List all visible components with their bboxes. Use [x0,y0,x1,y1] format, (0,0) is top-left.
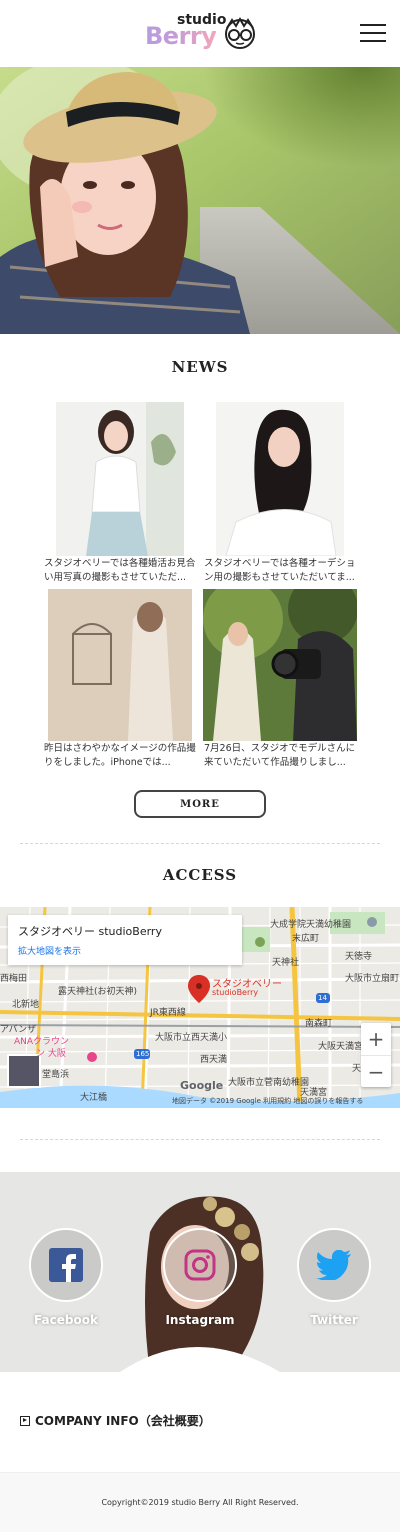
facebook-icon [49,1248,83,1282]
divider [20,843,380,844]
map-label-tentokuji: 天徳寺 [345,952,373,962]
zoom-out-button[interactable]: − [361,1055,391,1087]
instagram-icon [184,1249,216,1281]
map-label-osaka: ン 大阪 [36,1049,66,1059]
news-item-text-4[interactable]: 7月26日、スタジオでモデルさんに来ていただいて作品撮りしまし... [204,742,364,770]
google-map[interactable]: スタジオベリー studioBerry 拡大地図を表示 スタジオベリー stud… [0,907,400,1108]
hero-image [0,67,400,334]
social-section: Facebook Instagram Twitter [0,1172,400,1372]
map-attribution[interactable]: 地図データ ©2019 Google 利用規約 地図の誤りを報告する [172,1096,363,1106]
facebook-label[interactable]: Facebook [16,1313,116,1327]
access-title: ACCESS [162,866,238,884]
news-thumb-3[interactable] [48,589,192,741]
map-pin-sublabel: studioBerry [212,988,259,997]
map-route-14: 14 [318,994,327,1002]
copyright-text: Copyright©2019 studio Berry All Right Re… [101,1498,299,1507]
instagram-label[interactable]: Instagram [150,1313,250,1327]
map-label-apaza: アバンザ [0,1025,37,1035]
map-label-tenma-jinja: 大阪天満宮 [318,1042,364,1052]
company-info-link[interactable]: COMPANY INFO（会社概要） [20,1412,211,1429]
hamburger-menu-icon[interactable] [360,22,386,44]
map-label-nishitenma: 西天満 [200,1055,228,1065]
enlarge-map-link[interactable]: 拡大地図を表示 [18,944,81,957]
site-logo[interactable]: studio Berry [145,10,260,56]
map-place-title: スタジオベリー studioBerry [18,925,162,938]
news-thumb-1[interactable] [56,402,184,556]
map-label-tenjin-school: 大成学院天満幼稚園 [270,920,352,930]
facebook-button[interactable] [29,1228,103,1302]
zoom-in-button[interactable]: + [361,1023,391,1055]
play-square-icon [20,1415,30,1426]
glasses-face-icon [225,16,255,49]
map-label-dojima: 堂島浜 [42,1070,70,1080]
map-label-nishiumeda: 西梅田 [0,974,28,984]
map-label-kitashinchi: 北新地 [12,1000,40,1010]
twitter-button[interactable] [297,1228,371,1302]
news-thumb-4[interactable] [203,589,357,741]
map-label-osaka-kindergarten: 大阪市立扇町 [345,974,400,984]
map-route-165: 165 [136,1050,150,1058]
map-label-oebashi: 大江橋 [80,1093,108,1103]
map-label-minamimorimachi: 南森町 [305,1019,333,1029]
map-label-sugaminami: 大阪市立菅南幼稚園 [228,1078,310,1088]
news-item-text-1[interactable]: スタジオベリーでは各種婚活お見合い用写真の撮影もさせていただ... [44,557,204,585]
news-thumb-2[interactable] [216,402,344,556]
map-info-card: スタジオベリー studioBerry 拡大地図を表示 [8,915,242,965]
google-logo: Google [180,1079,224,1092]
news-title: NEWS [171,358,229,376]
site-footer: Copyright©2019 studio Berry All Right Re… [0,1472,400,1532]
twitter-label[interactable]: Twitter [284,1313,384,1327]
more-button[interactable]: MORE [134,790,266,818]
map-label-matsu: 末広町 [292,934,320,944]
map-label-nishitemma: 大阪市立西天満小 [155,1033,228,1043]
map-label-shrine: 露天神社(お初天神) [58,987,138,997]
map-label-jr: JR東西線 [150,1008,186,1018]
site-header: studio Berry [0,0,400,67]
instagram-button[interactable] [163,1228,237,1302]
company-info-label: COMPANY INFO（会社概要） [35,1414,211,1428]
news-item-text-2[interactable]: スタジオベリーでは各種オーデション用の撮影もさせていただいてま... [204,557,364,585]
logo-berry-text: Berry [145,22,217,50]
map-zoom-control: + − [361,1023,391,1087]
divider [20,1139,380,1140]
news-item-text-3[interactable]: 昨日はさわやかなイメージの作品撮りをしました。iPhoneでは... [44,742,204,770]
twitter-bird-icon [316,1250,351,1280]
map-label-tenjin: 天神社 [272,958,300,968]
